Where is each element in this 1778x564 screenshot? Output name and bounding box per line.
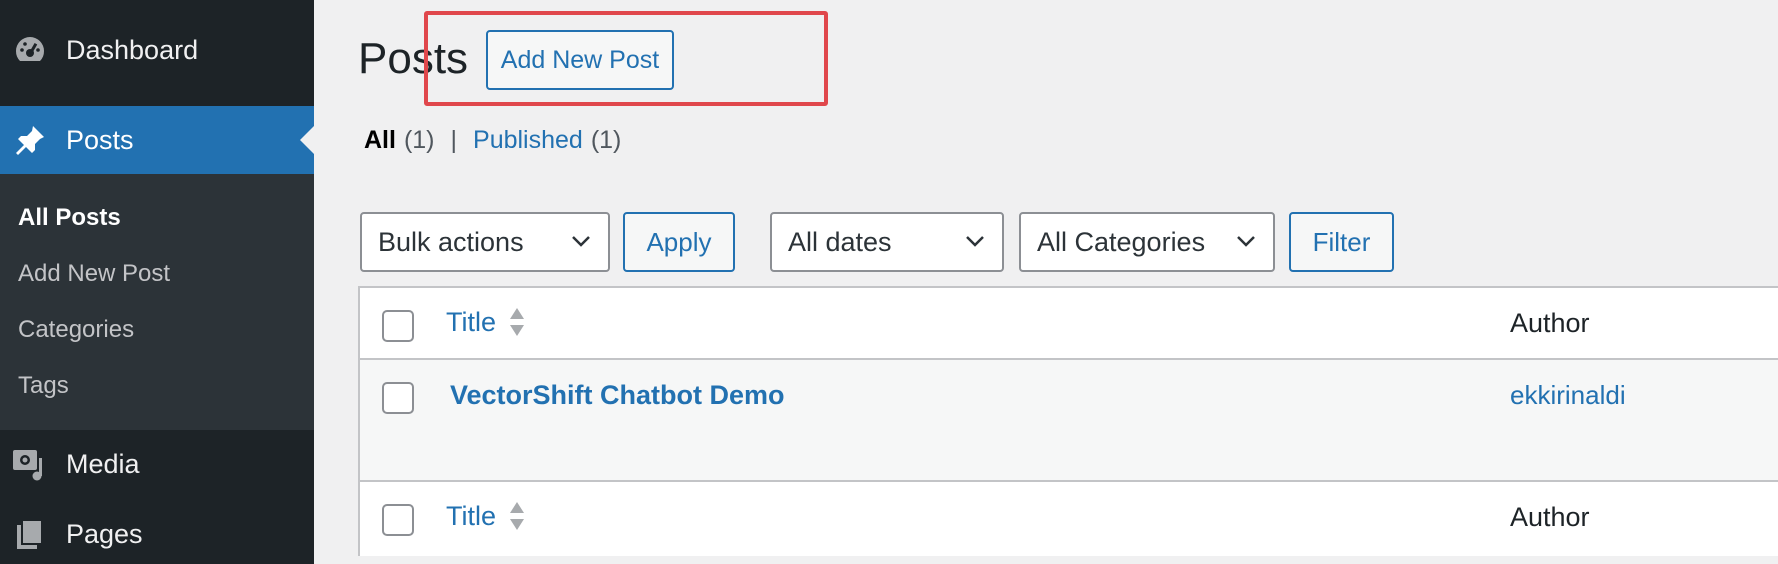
pages-icon xyxy=(12,516,48,552)
sort-icon xyxy=(510,308,525,336)
filter-separator: | xyxy=(450,126,458,154)
chevron-down-icon xyxy=(1237,236,1255,247)
bulk-actions-value: Bulk actions xyxy=(378,226,524,257)
filter-all-count: (1) xyxy=(403,126,435,154)
sidebar-item-label: Pages xyxy=(66,518,143,549)
page-title: Posts xyxy=(358,34,469,83)
bulk-actions-select[interactable]: Bulk actions xyxy=(360,212,610,272)
pin-icon xyxy=(12,122,48,158)
add-new-post-button[interactable]: Add New Post xyxy=(486,30,674,90)
sidebar-item-media[interactable]: Media xyxy=(0,436,314,492)
submenu-item-categories[interactable]: Categories xyxy=(18,316,134,344)
sidebar-item-posts[interactable]: Posts xyxy=(0,106,314,174)
post-title-link[interactable]: VectorShift Chatbot Demo xyxy=(450,380,785,411)
categories-select[interactable]: All Categories xyxy=(1019,212,1275,272)
select-all-checkbox-footer[interactable] xyxy=(382,504,414,536)
sidebar-item-pages[interactable]: Pages xyxy=(0,506,314,562)
sidebar-item-label: Posts xyxy=(66,124,134,155)
row-checkbox[interactable] xyxy=(382,382,414,414)
table-row: VectorShift Chatbot Demo ekkirinaldi xyxy=(360,360,1778,482)
filter-published-count: (1) xyxy=(590,126,622,154)
chevron-down-icon xyxy=(572,236,590,247)
sidebar-item-label: Dashboard xyxy=(66,34,199,65)
dates-value: All dates xyxy=(788,226,892,257)
filter-all-link[interactable]: All xyxy=(364,126,396,155)
submenu-item-add-new-post[interactable]: Add New Post xyxy=(18,260,170,288)
table-footer-row: Title Author xyxy=(360,482,1778,556)
title-column-label: Title xyxy=(446,500,497,531)
author-column-footer: Author xyxy=(1510,502,1590,532)
posts-submenu: All Posts Add New Post Categories Tags xyxy=(0,174,314,430)
sort-icon xyxy=(510,502,525,530)
sidebar-item-label: Media xyxy=(66,448,140,479)
filter-button[interactable]: Filter xyxy=(1289,212,1394,272)
dashboard-icon xyxy=(12,32,48,68)
sidebar-item-dashboard[interactable]: Dashboard xyxy=(0,22,314,78)
author-column-header: Author xyxy=(1510,308,1590,338)
main-content: Posts Add New Post All (1) | Published (… xyxy=(314,0,1778,564)
filter-published-link[interactable]: Published xyxy=(473,126,583,155)
submenu-item-all-posts[interactable]: All Posts xyxy=(18,204,121,232)
select-all-checkbox[interactable] xyxy=(382,310,414,342)
dates-select[interactable]: All dates xyxy=(770,212,1004,272)
title-column-label: Title xyxy=(446,306,497,337)
title-column-header[interactable]: Title xyxy=(446,306,526,338)
admin-sidebar: Dashboard Posts All Posts Add New Post C… xyxy=(0,0,314,564)
categories-value: All Categories xyxy=(1037,226,1206,257)
post-status-filters: All (1) | Published (1) xyxy=(364,126,621,155)
table-header-row: Title Author xyxy=(360,288,1778,360)
chevron-down-icon xyxy=(966,236,984,247)
title-column-footer[interactable]: Title xyxy=(446,500,526,532)
post-author-link[interactable]: ekkirinaldi xyxy=(1510,380,1626,411)
apply-button[interactable]: Apply xyxy=(623,212,735,272)
submenu-item-tags[interactable]: Tags xyxy=(18,372,69,400)
media-icon xyxy=(12,446,48,482)
posts-table: Title Author VectorShift Chatbot Demo ek… xyxy=(358,286,1778,556)
